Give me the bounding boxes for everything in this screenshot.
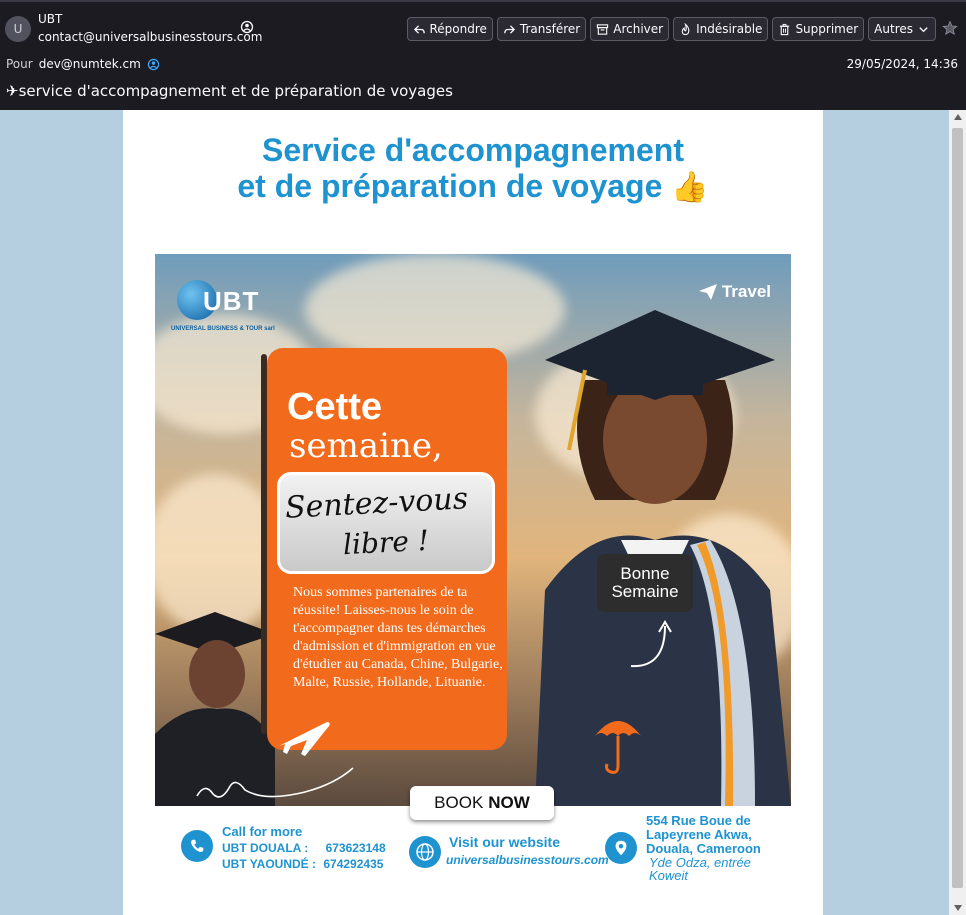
umbrella-icon — [595, 721, 641, 774]
scrollbar-thumb[interactable] — [952, 128, 963, 888]
reply-label: Répondre — [429, 22, 487, 36]
badge-line-2: Semaine — [611, 582, 679, 601]
contact-icon[interactable] — [147, 58, 160, 71]
archive-button[interactable]: Archiver — [590, 17, 670, 41]
swirl-line-decoration — [196, 767, 354, 798]
badge-line-1: Bonne — [620, 564, 670, 583]
promo-poster: UBT UNIVERSAL BUSINESS & TOUR sarl Trave… — [155, 254, 791, 806]
forward-icon — [504, 24, 515, 34]
chevron-down-icon — [919, 26, 928, 32]
add-contact-icon[interactable] — [240, 20, 254, 34]
card-paragraph: Nous sommes partenaires de ta réussite! … — [293, 585, 503, 690]
archive-label: Archiver — [613, 22, 664, 36]
forward-label: Transférer — [519, 22, 581, 36]
call-title: Call for more — [222, 824, 303, 839]
forward-button[interactable]: Transférer — [496, 17, 587, 41]
archive-icon — [597, 23, 609, 35]
scroll-down-icon[interactable] — [954, 905, 962, 911]
yaounde-line: UBT YAOUNDÉ : 674292435 — [222, 857, 383, 871]
star-icon[interactable] — [942, 20, 958, 36]
delete-button[interactable]: Supprimer — [772, 17, 865, 41]
reply-icon — [413, 24, 425, 34]
douala-phone[interactable]: 673623148 — [326, 841, 386, 855]
message-subject: ✈service d'accompagnement et de préparat… — [6, 82, 453, 100]
message-actions-toolbar: Répondre Transférer Archiver Indésirable… — [406, 17, 936, 41]
airplane-icon — [279, 722, 330, 756]
message-body: Service d'accompagnement et de préparati… — [0, 110, 949, 915]
junk-button[interactable]: Indésirable — [673, 17, 769, 41]
more-button[interactable]: Autres — [868, 17, 936, 41]
more-label: Autres — [874, 22, 913, 36]
address-line-1: 554 Rue Boue de Lapeyrene Akwa, Douala, … — [646, 813, 761, 856]
yaounde-label: UBT YAOUNDÉ : — [222, 857, 317, 871]
address-line-2: Yde Odza, entrée Koweit — [649, 855, 751, 883]
douala-line: UBT DOUALA : 673623148 — [222, 841, 386, 855]
recipient-label: Pour — [6, 57, 33, 71]
globe-web-icon — [409, 836, 441, 868]
contact-footer: Call for more UBT DOUALA : 673623148 UBT… — [155, 810, 791, 915]
website-url[interactable]: universalbusinesstours.com — [446, 853, 609, 867]
travel-logo: Travel — [698, 282, 771, 302]
thumbs-up-icon: 👍 — [671, 171, 709, 204]
handwritten-line-2: libre ! — [342, 523, 430, 562]
curved-arrow-icon — [630, 620, 672, 668]
reply-button[interactable]: Répondre — [406, 17, 493, 41]
email-content: Service d'accompagnement et de préparati… — [123, 110, 823, 915]
flame-icon — [681, 22, 690, 35]
sender-name[interactable]: UBT — [38, 12, 62, 26]
title-line-2-text: et de préparation de voyage — [237, 168, 663, 204]
recipient-email[interactable]: dev@numtek.cm — [39, 57, 141, 71]
trash-icon — [780, 23, 790, 35]
recipient-row: Pour dev@numtek.cm — [6, 57, 160, 71]
title-line-2: et de préparation de voyage 👍 — [123, 168, 823, 206]
title-line-1: Service d'accompagnement — [262, 132, 684, 168]
yaounde-phone[interactable]: 674292435 — [323, 857, 383, 871]
douala-label: UBT DOUALA : — [222, 841, 309, 855]
sender-email[interactable]: contact@universalbusinesstours.com — [38, 30, 262, 44]
message-header: U UBT contact@universalbusinesstours.com… — [0, 0, 966, 110]
logo-text: UBT — [203, 286, 260, 316]
phone-icon — [181, 830, 213, 862]
logo-subtitle: UNIVERSAL BUSINESS & TOUR sarl — [171, 326, 275, 332]
location-pin-icon — [605, 832, 637, 864]
junk-label: Indésirable — [696, 22, 763, 36]
message-date: 29/05/2024, 14:36 — [846, 57, 958, 71]
headline-semaine: semaine, — [289, 426, 443, 466]
headline-cette: Cette — [287, 386, 383, 428]
sender-avatar[interactable]: U — [5, 16, 31, 42]
delete-label: Supprimer — [795, 22, 859, 36]
scroll-up-icon[interactable] — [954, 114, 962, 120]
email-title: Service d'accompagnement et de préparati… — [123, 132, 823, 206]
paper-plane-icon — [698, 284, 717, 300]
travel-text: Travel — [721, 282, 771, 301]
website-title: Visit our website — [449, 834, 560, 850]
bonne-semaine-badge: Bonne Semaine — [597, 554, 693, 612]
